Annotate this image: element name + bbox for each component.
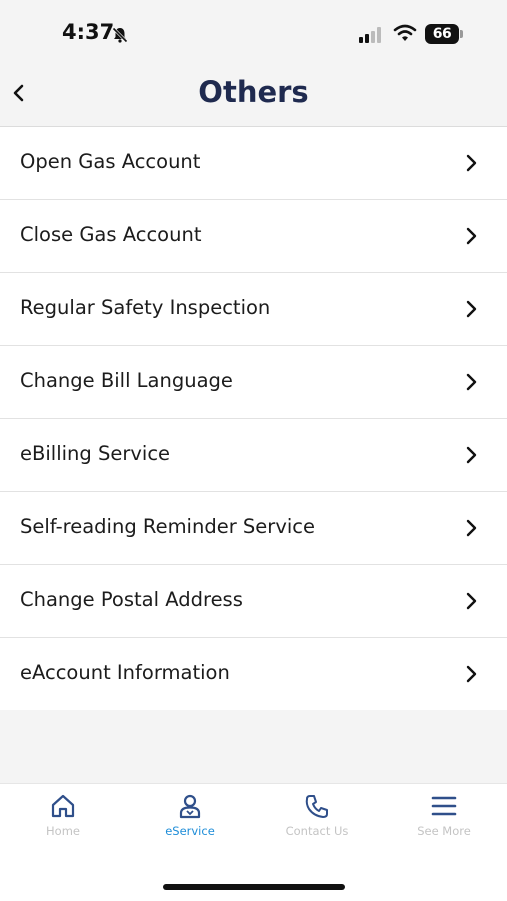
nav-header: Others: [0, 66, 507, 127]
tab-eservice[interactable]: eService: [127, 792, 253, 852]
menu-item-change-postal-address[interactable]: Change Postal Address: [0, 565, 507, 638]
menu-item-label: Self-reading Reminder Service: [20, 515, 315, 538]
menu-item-ebilling-service[interactable]: eBilling Service: [0, 419, 507, 492]
menu-item-change-bill-language[interactable]: Change Bill Language: [0, 346, 507, 419]
chevron-right-icon: [466, 665, 477, 683]
chevron-right-icon: [466, 300, 477, 318]
wifi-icon: [393, 24, 417, 41]
chevron-right-icon: [466, 446, 477, 464]
home-indicator[interactable]: [163, 884, 345, 890]
home-icon: [51, 794, 75, 818]
menu-item-close-gas-account[interactable]: Close Gas Account: [0, 200, 507, 273]
status-time: 4:37: [62, 20, 115, 44]
chevron-right-icon: [466, 592, 477, 610]
menu-item-label: Change Bill Language: [20, 369, 233, 392]
menu-list: Open Gas Account Close Gas Account Regul…: [0, 127, 507, 710]
menu-item-label: eAccount Information: [20, 661, 230, 684]
tab-label: Contact Us: [285, 824, 349, 838]
chevron-right-icon: [466, 227, 477, 245]
menu-item-regular-safety-inspection[interactable]: Regular Safety Inspection: [0, 273, 507, 346]
hamburger-icon: [431, 796, 457, 816]
signal-icon: [359, 27, 381, 43]
phone-icon: [305, 795, 328, 818]
menu-item-label: Open Gas Account: [20, 150, 201, 173]
person-icon: [179, 794, 201, 819]
menu-item-label: Change Postal Address: [20, 588, 243, 611]
page-title: Others: [198, 75, 309, 109]
menu-item-self-reading-reminder[interactable]: Self-reading Reminder Service: [0, 492, 507, 565]
tab-contact-us[interactable]: Contact Us: [254, 792, 380, 852]
tab-label: See More: [417, 824, 471, 838]
chevron-right-icon: [466, 373, 477, 391]
chevron-right-icon: [466, 154, 477, 172]
battery-cap: [460, 30, 463, 38]
tab-home[interactable]: Home: [0, 792, 126, 852]
tab-label: eService: [165, 824, 215, 838]
menu-item-eaccount-information[interactable]: eAccount Information: [0, 638, 507, 710]
tab-see-more[interactable]: See More: [381, 792, 507, 852]
chevron-right-icon: [466, 519, 477, 537]
status-bar: 4:37 66: [0, 0, 507, 66]
menu-item-open-gas-account[interactable]: Open Gas Account: [0, 127, 507, 200]
menu-item-label: Close Gas Account: [20, 223, 202, 246]
battery-indicator: 66: [425, 24, 459, 44]
menu-item-label: eBilling Service: [20, 442, 171, 465]
bell-muted-icon: [112, 27, 128, 43]
menu-item-label: Regular Safety Inspection: [20, 296, 271, 319]
tab-label: Home: [46, 824, 80, 838]
